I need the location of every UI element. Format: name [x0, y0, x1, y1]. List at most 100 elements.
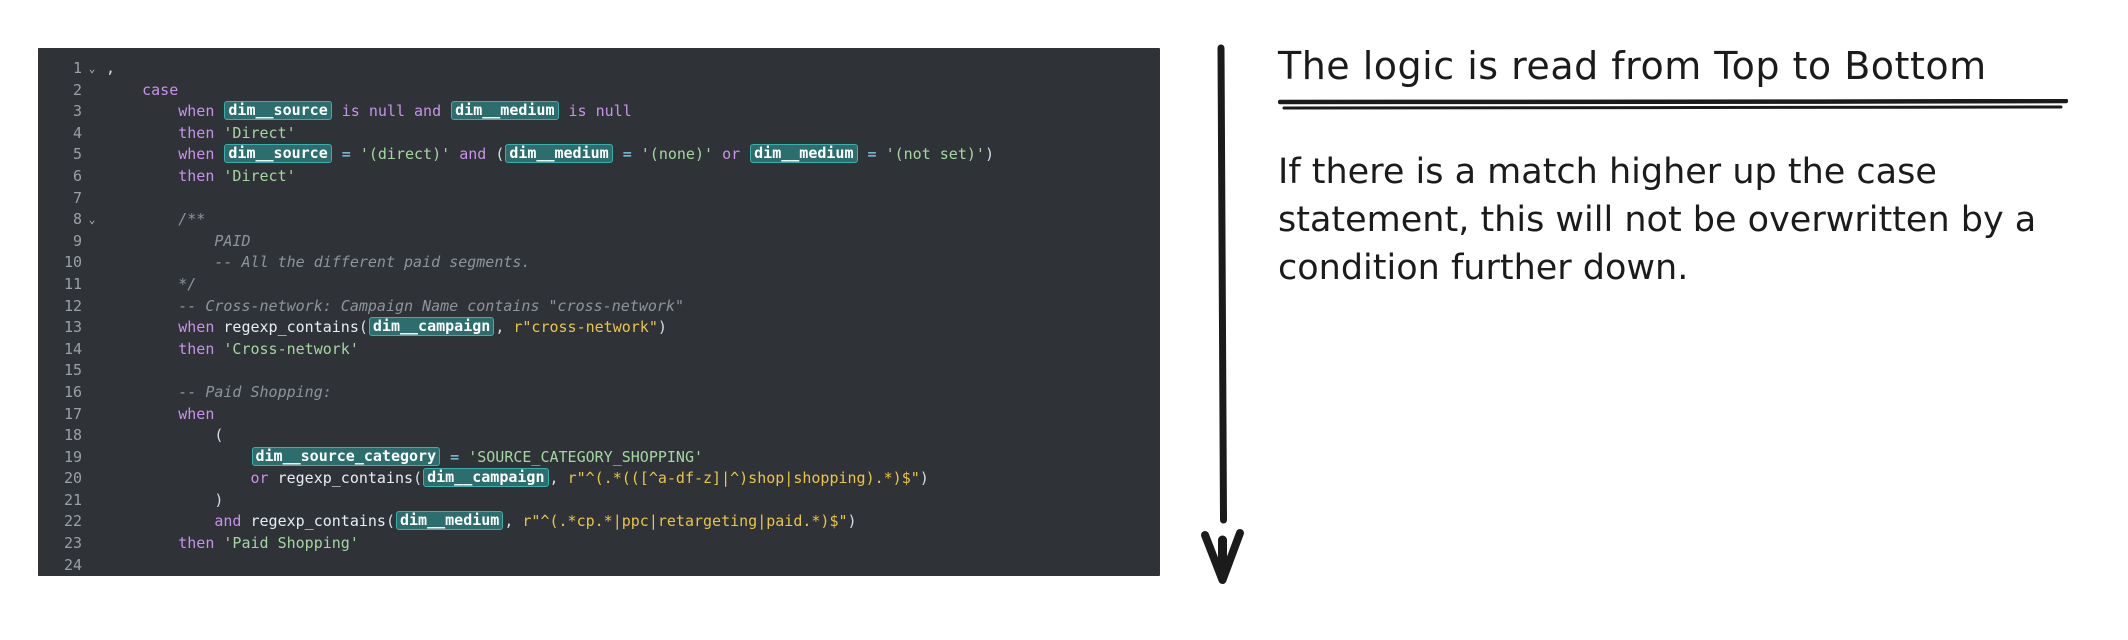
- punctuation: [115, 405, 124, 423]
- punctuation: [450, 145, 459, 163]
- punctuation: [106, 469, 115, 487]
- column-token[interactable]: dim__source: [224, 101, 332, 121]
- code-line[interactable]: [106, 360, 1160, 382]
- code-line[interactable]: when regexp_contains(dim__campaign, r"cr…: [106, 317, 1160, 339]
- code-line[interactable]: (: [106, 425, 1160, 447]
- punctuation: [187, 512, 196, 530]
- code-line[interactable]: then 'Direct': [106, 166, 1160, 188]
- regex-literal: r"^(.*cp.*|ppc|retargeting|paid.*)$": [522, 512, 848, 531]
- punctuation: (: [495, 145, 505, 164]
- punctuation: [142, 491, 151, 509]
- punctuation: ): [984, 145, 994, 164]
- arrow-down-icon: [1201, 44, 1244, 584]
- punctuation: [859, 145, 868, 163]
- code-line[interactable]: then 'Cross-network': [106, 339, 1160, 361]
- column-token[interactable]: dim__source_category: [251, 446, 441, 466]
- punctuation: [124, 102, 133, 120]
- punctuation: [169, 145, 178, 163]
- code-line[interactable]: when dim__source is null and dim__medium…: [106, 101, 1160, 123]
- code-line[interactable]: -- All the different paid segments.: [106, 252, 1160, 274]
- punctuation: [169, 167, 178, 185]
- punctuation: [133, 534, 142, 552]
- code-line[interactable]: then 'Paid Shopping': [106, 533, 1160, 555]
- column-token[interactable]: dim__medium: [396, 511, 504, 531]
- punctuation: [133, 318, 142, 336]
- punctuation: [133, 405, 142, 423]
- code-line[interactable]: and regexp_contains(dim__medium, r"^(.*c…: [106, 511, 1160, 533]
- code-line[interactable]: then 'Direct': [106, 123, 1160, 145]
- punctuation: (: [385, 512, 395, 531]
- punctuation: [169, 340, 178, 358]
- punctuation: [241, 448, 250, 466]
- line-number: 5: [72, 145, 82, 164]
- operator: =: [867, 145, 877, 164]
- column-token[interactable]: dim__campaign: [423, 468, 549, 488]
- sql-keyword: when: [178, 318, 215, 337]
- code-line[interactable]: or regexp_contains(dim__campaign, r"^(.*…: [106, 468, 1160, 490]
- punctuation: [151, 426, 160, 444]
- code-comment: */: [106, 274, 197, 293]
- chevron-down-icon[interactable]: ⌄: [86, 209, 98, 231]
- sql-keyword: and: [414, 102, 442, 121]
- punctuation: [124, 340, 133, 358]
- punctuation: [241, 469, 250, 487]
- punctuation: [169, 534, 178, 552]
- punctuation: [196, 512, 205, 530]
- code-editor[interactable]: 1 ⌄ 2 3 4 5 6 7 8 ⌄ 9 10 11 12 13 14 15 16 17 18 19 20 21 22 23 2…: [38, 48, 1160, 576]
- code-line[interactable]: -- Paid Shopping:: [106, 382, 1160, 404]
- punctuation: [142, 448, 151, 466]
- punctuation: [333, 102, 342, 120]
- code-line[interactable]: dim__source_category = 'SOURCE_CATEGORY_…: [106, 446, 1160, 469]
- code-line[interactable]: /**: [106, 209, 1160, 231]
- column-token[interactable]: dim__campaign: [368, 317, 495, 337]
- punctuation: [441, 448, 450, 466]
- code-line[interactable]: PAID: [106, 231, 1160, 253]
- punctuation: [151, 491, 160, 509]
- string-literal: '(direct)': [359, 145, 451, 164]
- code-line[interactable]: case: [106, 80, 1160, 102]
- code-line[interactable]: -- Cross-network: Campaign Name contains…: [106, 296, 1160, 318]
- punctuation: [160, 534, 169, 552]
- punctuation: [160, 491, 169, 509]
- code-line[interactable]: [106, 188, 1160, 210]
- sql-keyword: null: [595, 102, 632, 121]
- punctuation: [115, 145, 124, 163]
- string-literal: 'SOURCE_CATEGORY_SHOPPING': [468, 447, 704, 466]
- column-token[interactable]: dim__medium: [505, 144, 613, 164]
- punctuation: [142, 512, 151, 530]
- punctuation: [115, 534, 124, 552]
- punctuation: [142, 124, 151, 142]
- punctuation: [115, 512, 124, 530]
- code-comment: -- All the different paid segments.: [106, 253, 531, 272]
- code-line[interactable]: [106, 555, 1160, 576]
- punctuation: ): [657, 318, 667, 337]
- column-token[interactable]: dim__source: [224, 144, 332, 164]
- code-line[interactable]: ,: [106, 58, 1160, 80]
- code-content[interactable]: , case when dim__source is null and dim_…: [84, 48, 1160, 576]
- punctuation: [151, 102, 160, 120]
- punctuation: [133, 512, 142, 530]
- punctuation: [124, 167, 133, 185]
- line-number: 15: [63, 361, 82, 380]
- code-line[interactable]: */: [106, 274, 1160, 296]
- punctuation: [486, 145, 495, 163]
- punctuation: [133, 426, 142, 444]
- punctuation: [133, 81, 142, 99]
- code-line[interactable]: ): [106, 490, 1160, 512]
- line-number: 3: [72, 102, 82, 121]
- punctuation: [106, 491, 115, 509]
- punctuation: [115, 448, 124, 466]
- code-line[interactable]: when dim__source = '(direct)' and (dim__…: [106, 144, 1160, 166]
- punctuation: [160, 102, 169, 120]
- punctuation: [142, 534, 151, 552]
- code-line[interactable]: when: [106, 404, 1160, 426]
- punctuation: [133, 448, 142, 466]
- punctuation: [106, 318, 115, 336]
- string-literal: '(none)': [640, 145, 714, 164]
- punctuation: [151, 512, 160, 530]
- column-token[interactable]: dim__medium: [750, 144, 858, 164]
- sql-keyword: when: [178, 102, 215, 121]
- line-number: 11: [63, 274, 82, 293]
- column-token[interactable]: dim__medium: [451, 101, 559, 121]
- chevron-down-icon[interactable]: ⌄: [86, 58, 98, 80]
